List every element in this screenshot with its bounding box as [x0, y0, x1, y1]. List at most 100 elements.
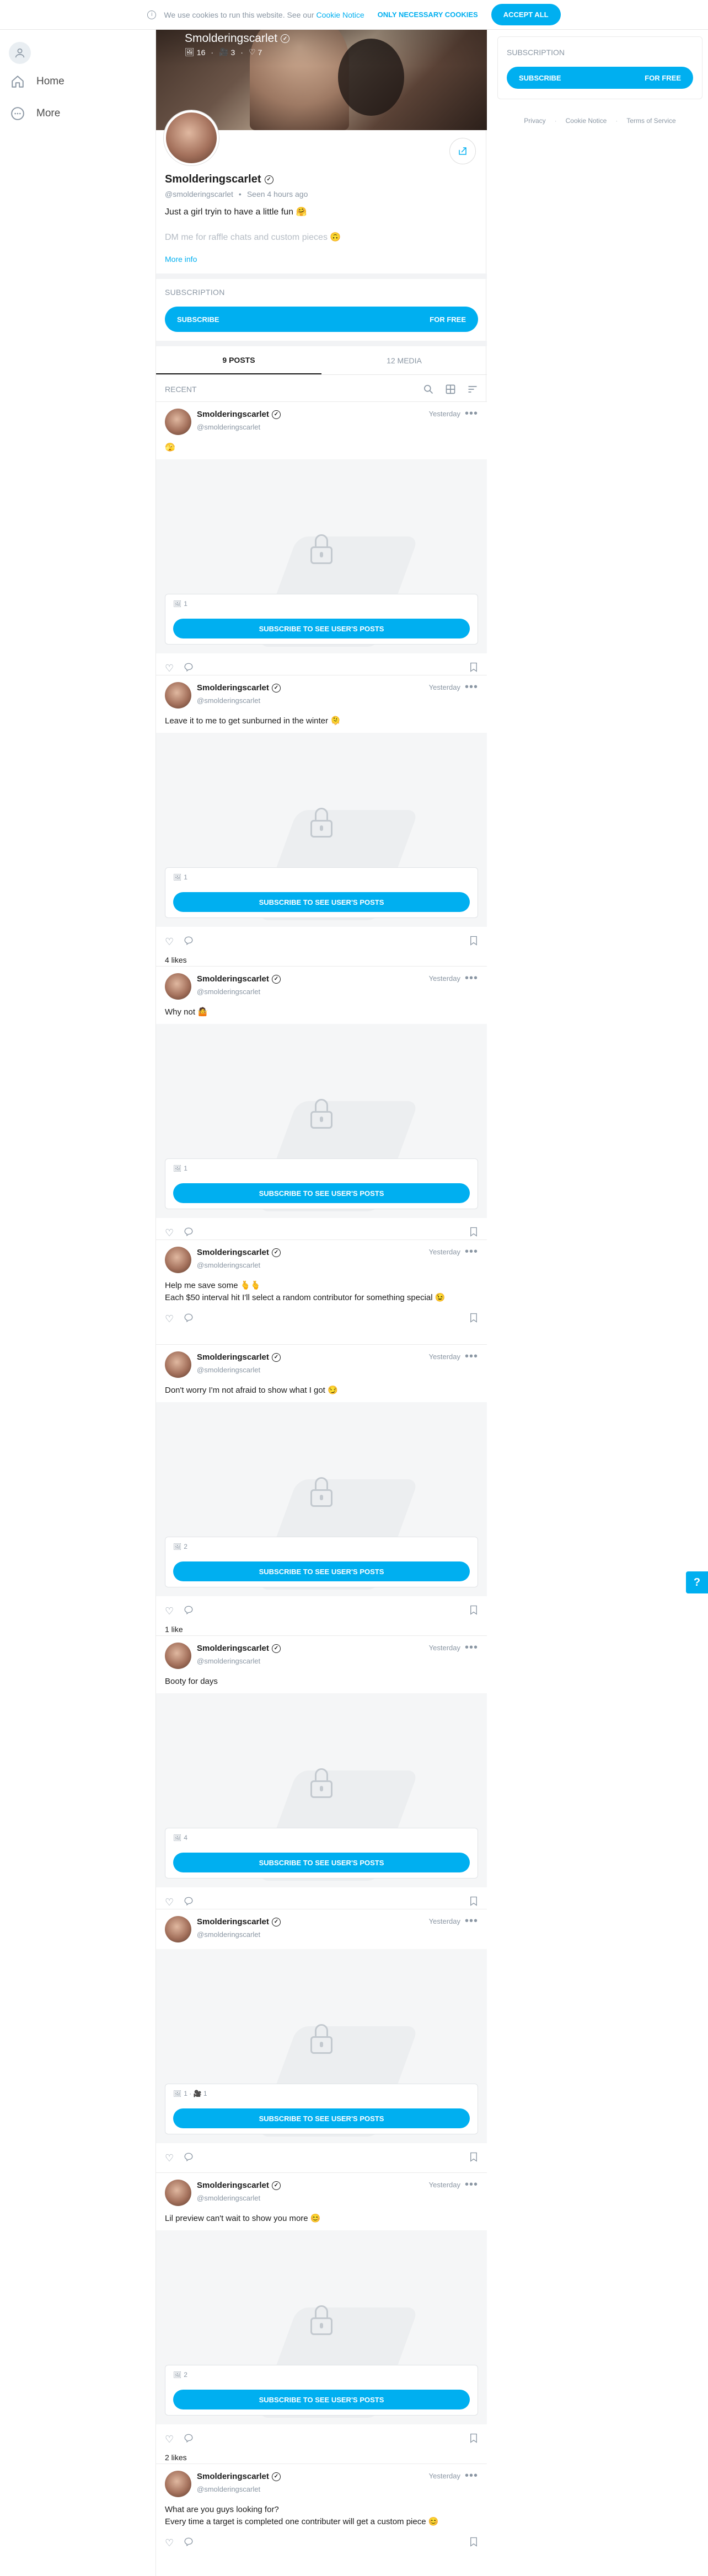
- like-count: 2 likes: [165, 2453, 187, 2462]
- post-avatar[interactable]: [165, 409, 191, 435]
- like-icon[interactable]: ♡: [165, 936, 174, 948]
- more-info-link[interactable]: More info: [165, 255, 197, 264]
- bookmark-icon[interactable]: [469, 2433, 478, 2446]
- accept-all-button[interactable]: Accept all: [491, 4, 561, 25]
- help-button[interactable]: ?: [686, 1571, 708, 1593]
- post-author[interactable]: Smolderingscarlet ✓: [197, 2181, 281, 2190]
- subscribe-to-see-posts-button[interactable]: Subscribe to see user's posts: [173, 2390, 470, 2409]
- more-options-icon[interactable]: •••: [465, 2470, 478, 2482]
- more-options-icon[interactable]: •••: [465, 1641, 478, 1654]
- post-author[interactable]: Smolderingscarlet ✓: [197, 683, 281, 693]
- like-icon[interactable]: ♡: [165, 1897, 174, 1908]
- like-icon[interactable]: ♡: [165, 2434, 174, 2445]
- post-author[interactable]: Smolderingscarlet ✓: [197, 974, 281, 984]
- profile-avatar[interactable]: [164, 110, 219, 165]
- post-avatar[interactable]: [165, 2471, 191, 2497]
- like-icon[interactable]: ♡: [165, 1227, 174, 1239]
- post-avatar[interactable]: [165, 682, 191, 709]
- comment-icon[interactable]: [184, 1227, 194, 1239]
- like-icon[interactable]: ♡: [165, 1313, 174, 1325]
- bookmark-icon[interactable]: [469, 2152, 478, 2165]
- post-actions: ♡: [165, 2535, 478, 2551]
- more-options-icon[interactable]: •••: [465, 1246, 478, 1258]
- comment-icon[interactable]: [184, 1896, 194, 1909]
- necessary-cookies-button[interactable]: Only necessary cookies: [372, 10, 484, 19]
- more-options-icon[interactable]: •••: [465, 1915, 478, 1928]
- sort-icon[interactable]: [467, 384, 478, 395]
- tab-posts[interactable]: 9 Posts: [156, 346, 321, 374]
- profile-tabs: 9 Posts 12 Media: [156, 346, 487, 375]
- cookie-notice-footer-link[interactable]: Cookie Notice: [566, 117, 607, 125]
- subscribe-to-see-posts-button[interactable]: Subscribe to see user's posts: [173, 619, 470, 638]
- bookmark-icon[interactable]: [469, 662, 478, 675]
- grid-view-icon[interactable]: [445, 384, 456, 395]
- post-avatar[interactable]: [165, 1643, 191, 1669]
- verified-icon: ✓: [264, 175, 273, 184]
- image-icon: 🖼: [173, 2371, 182, 2379]
- post-author[interactable]: Smolderingscarlet ✓: [197, 1248, 281, 1257]
- nav-label-home: Home: [36, 76, 65, 87]
- comment-icon[interactable]: [184, 1313, 194, 1325]
- comment-icon[interactable]: [184, 2433, 194, 2446]
- comment-icon[interactable]: [184, 2152, 194, 2165]
- post-avatar[interactable]: [165, 2180, 191, 2206]
- post-handle: @smolderingscarlet: [197, 423, 261, 431]
- post-date: Yesterday: [428, 1353, 460, 1361]
- post-avatar[interactable]: [165, 1247, 191, 1273]
- subscribe-to-see-posts-button[interactable]: Subscribe to see user's posts: [173, 892, 470, 912]
- subscribe-to-see-posts-button[interactable]: Subscribe to see user's posts: [173, 1561, 470, 1581]
- more-options-icon[interactable]: •••: [465, 407, 478, 420]
- privacy-link[interactable]: Privacy: [524, 117, 545, 125]
- search-icon[interactable]: [423, 384, 434, 395]
- tab-media[interactable]: 12 Media: [321, 346, 487, 374]
- image-icon: 🖼: [173, 1543, 182, 1550]
- bookmark-icon[interactable]: [469, 1605, 478, 1618]
- comment-icon[interactable]: [184, 936, 194, 948]
- post-author[interactable]: Smolderingscarlet ✓: [197, 1353, 281, 1362]
- bookmark-icon[interactable]: [469, 1227, 478, 1239]
- post-author[interactable]: Smolderingscarlet ✓: [197, 1644, 281, 1653]
- post-author[interactable]: Smolderingscarlet ✓: [197, 1917, 281, 1926]
- bookmark-icon[interactable]: [469, 1896, 478, 1909]
- comment-icon[interactable]: [184, 662, 194, 675]
- post-actions: ♡: [165, 1894, 478, 1910]
- bookmark-icon[interactable]: [469, 2537, 478, 2550]
- subscribe-button[interactable]: Subscribe For free: [165, 307, 478, 332]
- post-author[interactable]: Smolderingscarlet ✓: [197, 410, 281, 419]
- more-options-icon[interactable]: •••: [465, 1350, 478, 1363]
- post-avatar[interactable]: [165, 1351, 191, 1378]
- like-count: ♡ 7: [248, 47, 262, 57]
- like-icon[interactable]: ♡: [165, 1606, 174, 1617]
- more-options-icon[interactable]: •••: [465, 2178, 478, 2191]
- comment-icon[interactable]: [184, 2537, 194, 2550]
- more-options-icon[interactable]: •••: [465, 972, 478, 985]
- user-avatar-icon[interactable]: [9, 42, 31, 64]
- subscribe-to-see-posts-button[interactable]: Subscribe to see user's posts: [173, 1183, 470, 1203]
- nav-item-home[interactable]: Home: [10, 74, 65, 89]
- share-button[interactable]: [449, 138, 476, 164]
- profile-bio-faded: DM me for raffle chats and custom pieces…: [165, 233, 341, 242]
- like-icon[interactable]: ♡: [165, 2153, 174, 2164]
- image-icon: 🖼: [173, 600, 182, 608]
- more-options-icon[interactable]: •••: [465, 681, 478, 694]
- post-actions: ♡: [165, 933, 478, 950]
- bookmark-icon[interactable]: [469, 936, 478, 948]
- bookmark-icon[interactable]: [469, 1313, 478, 1325]
- post-handle: @smolderingscarlet: [197, 1261, 261, 1269]
- subscribe-to-see-posts-button[interactable]: Subscribe to see user's posts: [173, 2108, 470, 2128]
- post-actions: ♡: [165, 2431, 478, 2448]
- media-count: 🖼 4: [173, 1834, 187, 1842]
- like-icon[interactable]: ♡: [165, 2537, 174, 2549]
- terms-link[interactable]: Terms of Service: [626, 117, 675, 125]
- comment-icon[interactable]: [184, 1605, 194, 1618]
- post-author[interactable]: Smolderingscarlet ✓: [197, 2472, 281, 2481]
- post-avatar[interactable]: [165, 1916, 191, 1942]
- post-avatar[interactable]: [165, 973, 191, 1000]
- like-icon[interactable]: ♡: [165, 663, 174, 674]
- subscribe-to-see-posts-button[interactable]: Subscribe to see user's posts: [173, 1853, 470, 1872]
- cookie-notice-link[interactable]: Cookie Notice: [317, 10, 364, 19]
- right-subscribe-button[interactable]: Subscribe For free: [507, 67, 693, 89]
- post-card: Smolderingscarlet ✓ @smolderingscarlet Yest…: [156, 1909, 487, 2172]
- post-date: Yesterday: [428, 974, 460, 983]
- nav-item-more[interactable]: More: [10, 106, 60, 121]
